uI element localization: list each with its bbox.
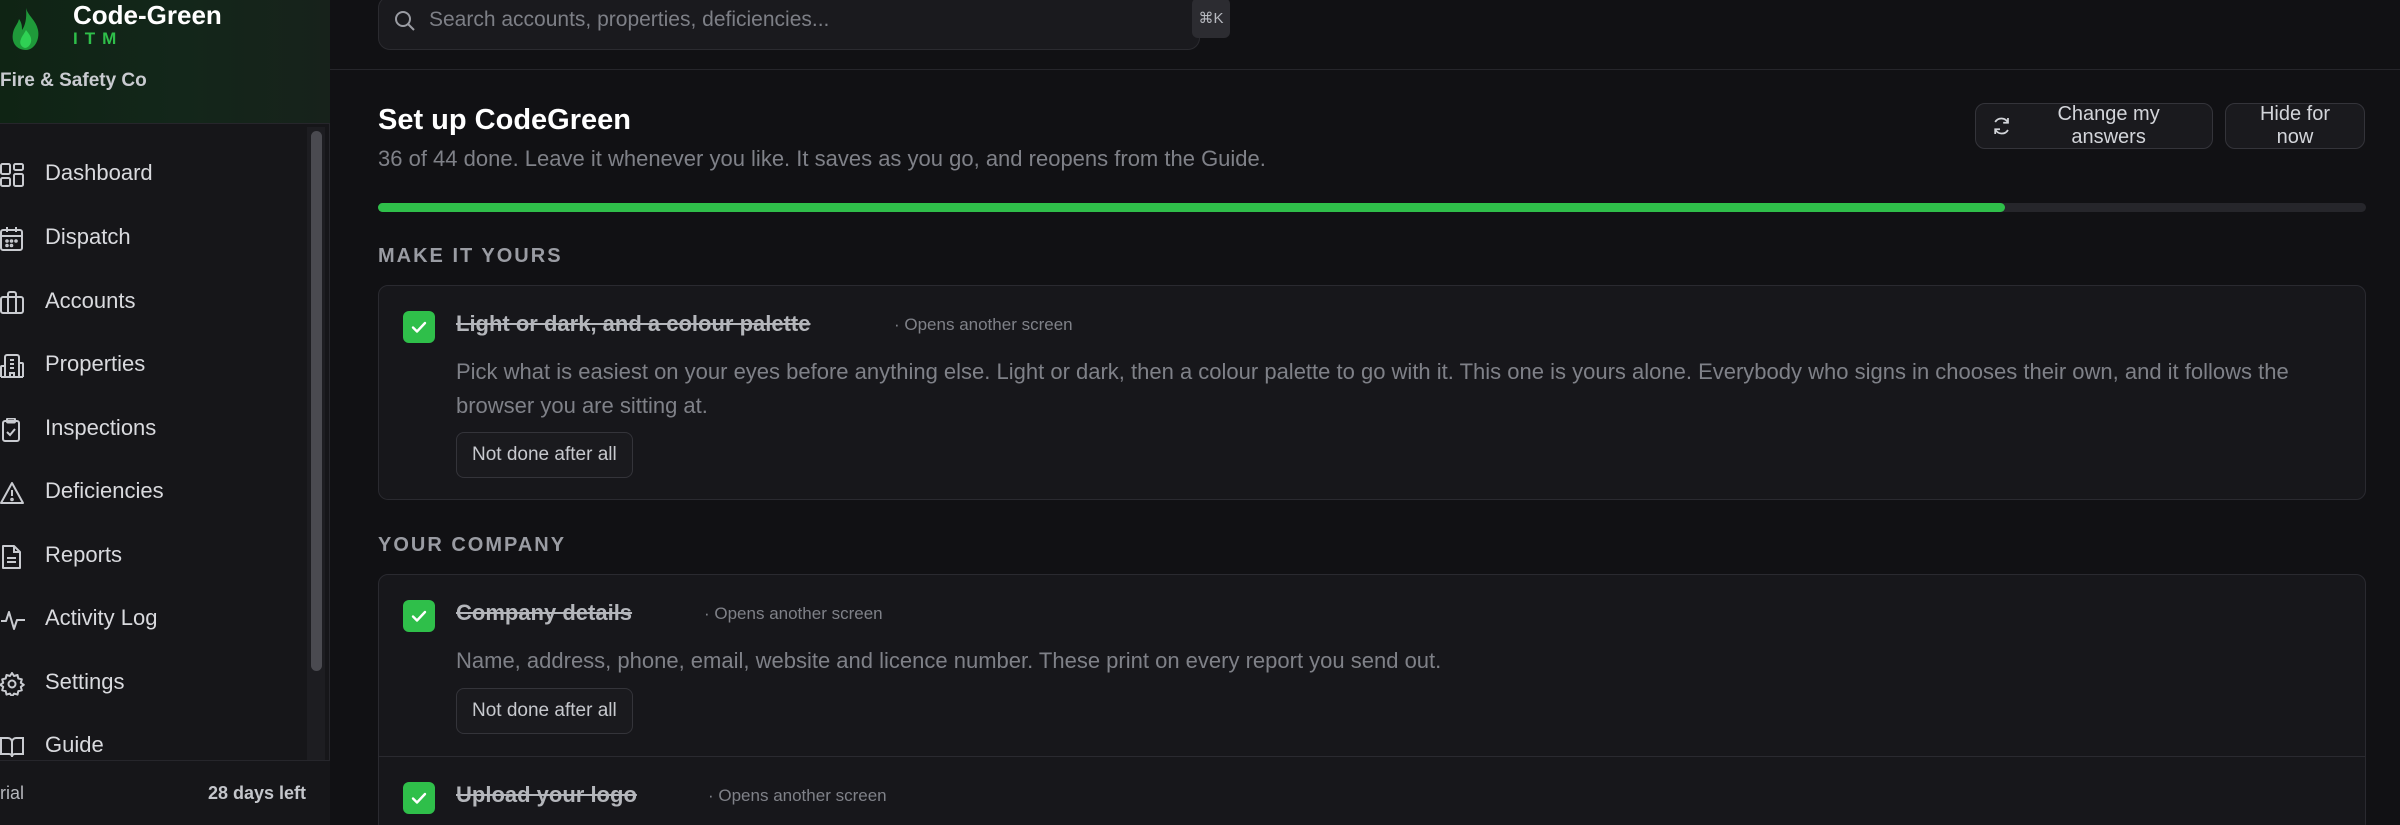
sidebar-item-reports[interactable]: Reports [0,528,300,584]
brand-name: Code-Green [73,0,222,30]
sidebar-item-dashboard[interactable]: Dashboard [0,146,300,202]
sidebar-item-properties[interactable]: Properties [0,337,300,393]
calendar-icon [0,227,23,251]
top-bar: ⌘K [330,0,2400,70]
sidebar-item-label: Inspections [45,415,157,440]
change-answers-label: Change my answers [2057,103,2160,148]
clipboard-check-icon [2,418,20,442]
sidebar-item-label: Deficiencies [45,478,164,503]
sidebar-item-accounts[interactable]: Accounts [0,274,300,330]
company-name: Fire & Safety Co [0,70,147,91]
task-company-details: Company details · Opens another screen N… [379,575,2365,756]
setup-progress-fill [378,203,2005,212]
app-window: Code-Green ITM Fire & Safety Co Dashboar… [0,0,2400,825]
sidebar-item-label: Activity Log [45,605,158,630]
task-description: Pick what is easiest on your eyes before… [456,359,2289,418]
setup-progress-text: 36 of 44 done. Leave it whenever you lik… [378,146,1266,171]
not-done-button[interactable]: Not done after all [456,432,633,478]
search-icon [395,11,415,31]
task-title[interactable]: Upload your logo [456,782,637,808]
search-box: ⌘K [378,0,1230,50]
briefcase-icon [0,291,24,314]
checkmark-icon [411,610,427,622]
brand-header[interactable]: Code-Green ITM Fire & Safety Co [0,0,330,124]
flame-icon [12,8,39,50]
search-input[interactable] [429,5,1109,35]
sidebar: Code-Green ITM Fire & Safety Co Dashboar… [0,0,330,825]
task-hint: · Opens another screen [708,786,887,805]
trial-label: rial [0,783,25,803]
sidebar-item-label: Dashboard [45,160,153,185]
shortcut-badge: ⌘K [1192,0,1230,38]
task-colour-palette: Light or dark, and a colour palette · Op… [379,286,2365,499]
trial-banner[interactable]: rial 28 days left [0,760,330,825]
task-done-checkbox[interactable] [403,782,435,814]
page-title: Set up CodeGreen [378,104,631,136]
sidebar-item-inspections[interactable]: Inspections [0,401,300,457]
book-icon [0,737,24,758]
setup-progress-bar [378,203,2366,212]
sidebar-item-dispatch[interactable]: Dispatch [0,210,300,266]
sidebar-item-label: Properties [45,351,146,376]
not-done-button[interactable]: Not done after all [456,688,633,734]
document-icon [2,545,21,569]
sidebar-item-label: Reports [45,542,123,567]
task-upload-logo: Upload your logo · Opens another screen [379,756,2365,825]
checkmark-icon [411,321,427,333]
task-description: Name, address, phone, email, website and… [456,648,1442,673]
sidebar-item-label: Guide [45,732,104,757]
section-heading-your-company: YOUR COMPANY [378,534,567,556]
warning-triangle-icon [0,482,24,504]
sidebar-item-label: Accounts [45,288,136,313]
activity-pulse-icon [1,611,25,630]
main-content: ⌘K Set up CodeGreen 36 of 44 done. Leave… [330,0,2400,825]
sidebar-item-label: Dispatch [45,224,131,249]
change-answers-button[interactable]: Change my answers [1975,103,2213,149]
task-title[interactable]: Company details [456,600,632,626]
sidebar-item-activity-log[interactable]: Activity Log [0,591,300,647]
refresh-icon [1994,117,2009,135]
hide-for-now-button[interactable]: Hide for now [2225,103,2365,149]
task-title[interactable]: Light or dark, and a colour palette [456,311,811,337]
section-heading-make-it-yours: MAKE IT YOURS [378,245,563,267]
gear-icon [0,672,25,696]
sidebar-item-label: Settings [45,669,125,694]
task-card-your-company: Company details · Opens another screen N… [378,574,2366,825]
brand-subtitle: ITM [73,29,124,48]
task-hint: · Opens another screen [894,315,1073,334]
sidebar-scrollbar-thumb[interactable] [311,131,322,671]
sidebar-item-deficiencies[interactable]: Deficiencies [0,464,300,520]
trial-days-left: 28 days left [207,783,306,803]
checkmark-icon [411,792,427,804]
task-hint: · Opens another screen [704,604,883,623]
hide-for-now-label: Hide for now [2259,103,2331,148]
building-icon [0,354,24,378]
sidebar-nav: Dashboard Dispatch Accounts Properties I… [0,124,306,760]
task-done-checkbox[interactable] [403,600,435,632]
sidebar-item-guide[interactable]: Guide [0,718,300,760]
task-card-make-it-yours: Light or dark, and a colour palette · Op… [378,285,2366,500]
sidebar-item-settings[interactable]: Settings [0,655,300,711]
task-done-checkbox[interactable] [403,311,435,343]
dashboard-grid-icon [0,163,24,187]
